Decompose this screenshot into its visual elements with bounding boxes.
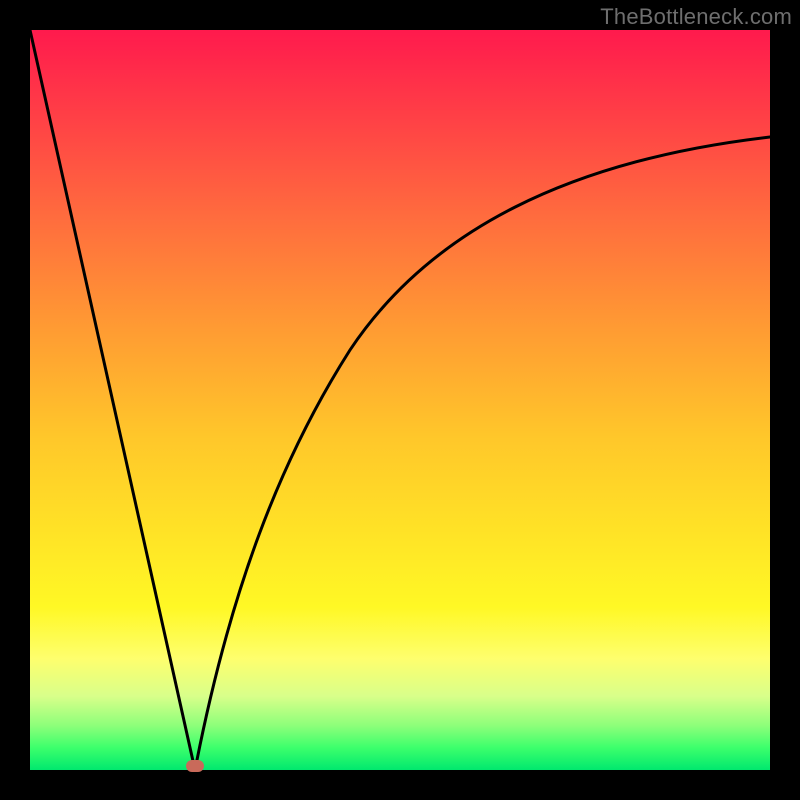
- watermark-text: TheBottleneck.com: [600, 4, 792, 30]
- minimum-marker: [186, 760, 204, 772]
- curve-svg: [30, 30, 770, 770]
- left-branch-path: [30, 30, 195, 770]
- plot-area: [30, 30, 770, 770]
- right-branch-path: [195, 137, 770, 770]
